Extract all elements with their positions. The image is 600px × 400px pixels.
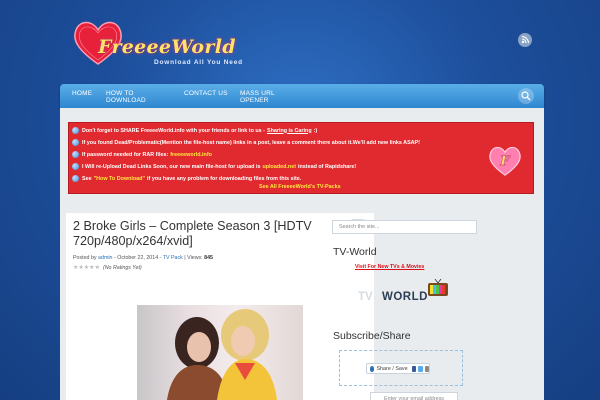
- tv-world-title: TV-World: [333, 246, 377, 258]
- tv-packs-link[interactable]: See All FreeeeWorld's TV-Packs: [259, 184, 341, 190]
- bullet-icon: [72, 175, 79, 182]
- site-tagline: Download All You Need: [154, 59, 243, 66]
- post-meta: Posted by admin - October 22, 2014 - TV …: [73, 255, 213, 261]
- nav-mass-url-opener[interactable]: Mass URL Opener: [240, 90, 284, 104]
- bullet-icon: [72, 127, 79, 134]
- uploaded-link[interactable]: uploaded.net: [262, 164, 296, 170]
- email-icon: [424, 365, 429, 372]
- bullet-icon: [72, 151, 79, 158]
- rating-text: (No Ratings Yet): [102, 264, 142, 271]
- notice-line: See "How To Download" if you have any pr…: [72, 173, 301, 184]
- facebook-icon: [411, 365, 417, 372]
- tv-icon: [428, 279, 448, 296]
- bullet-icon: [72, 163, 79, 170]
- site-logo[interactable]: FreeeeWorld Download All You Need: [70, 14, 242, 72]
- bullet-icon: [72, 139, 79, 146]
- share-box: Share / Save: [339, 350, 463, 386]
- post-date: - October 22, 2014 -: [113, 255, 162, 261]
- share-icon: [370, 365, 375, 372]
- share-save-button[interactable]: Share / Save: [366, 363, 430, 374]
- sidebar-search-input[interactable]: Search the site...: [332, 220, 477, 234]
- heart-logo-icon: F: [489, 146, 521, 176]
- post-title[interactable]: 2 Broke Girls – Complete Season 3 [HDTV …: [73, 219, 343, 249]
- heart-letter: F: [499, 154, 511, 169]
- post-image[interactable]: [137, 305, 303, 400]
- star-icon[interactable]: ★: [95, 264, 100, 271]
- main-nav: Home How to Download Contact us Mass URL…: [60, 84, 544, 108]
- subscribe-share-title: Subscribe/Share: [333, 330, 411, 342]
- tv-world-logo[interactable]: TV WORLD: [358, 279, 450, 307]
- how-to-download-link[interactable]: "How To Download": [94, 176, 145, 182]
- author-link[interactable]: admin: [98, 255, 112, 261]
- page-content: Don't forget to SHARE FreeeeWorld.info w…: [60, 108, 544, 400]
- post-card: 2 Broke Girls – Complete Season 3 [HDTV …: [66, 213, 374, 400]
- notice-line: Don't forget to SHARE FreeeeWorld.info w…: [72, 125, 317, 136]
- site-name: FreeeeWorld: [98, 36, 236, 58]
- search-icon[interactable]: [518, 88, 534, 104]
- notice-line: If password needed for RAR files: freeee…: [72, 149, 214, 160]
- notice-box: Don't forget to SHARE FreeeeWorld.info w…: [68, 122, 534, 194]
- category-link[interactable]: TV Pack: [163, 255, 183, 261]
- tv-world-link[interactable]: Visit For New TVs & Movies: [355, 264, 424, 270]
- notice-line: I Will re-Upload Dead Links Soon, our ne…: [72, 161, 356, 172]
- views-count: 845: [204, 255, 213, 261]
- sharing-link[interactable]: Sharing is Caring: [267, 128, 312, 134]
- nav-how-to-download[interactable]: How to Download: [106, 90, 150, 104]
- notice-line: If you found Dead/Problematic(Mention th…: [72, 137, 420, 148]
- rating: ★ ★ ★ ★ ★ (No Ratings Yet): [73, 264, 142, 272]
- cast-photo: [167, 309, 277, 400]
- rss-icon[interactable]: [518, 33, 532, 47]
- email-subscribe-input[interactable]: Enter your email address: [370, 392, 458, 400]
- password-text: freeeeworld.info: [170, 151, 212, 158]
- nav-contact-us[interactable]: Contact us: [184, 90, 228, 97]
- twitter-icon: [418, 365, 423, 372]
